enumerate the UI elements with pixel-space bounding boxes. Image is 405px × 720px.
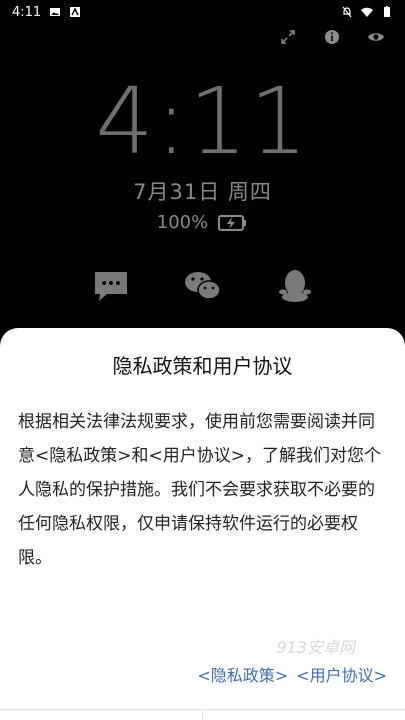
battery-icon (384, 6, 390, 17)
privacy-dialog: 隐私政策和用户协议 根据相关法律法规要求，使用前您需要阅读并同意<隐私政策>和<… (0, 328, 405, 720)
dialog-body: 根据相关法律法规要求，使用前您需要阅读并同意<隐私政策>和<用户协议>，了解我们… (18, 412, 381, 568)
dialog-links: <隐私政策> <用户协议> (197, 662, 387, 686)
message-icon[interactable] (91, 266, 131, 306)
notification-icons (0, 266, 405, 306)
status-right (341, 6, 393, 18)
mute-icon (342, 6, 352, 18)
wechat-icon[interactable] (183, 266, 223, 306)
lockscreen-clock: 4:11 (95, 68, 310, 175)
charging-battery-icon (218, 214, 247, 231)
agree-button[interactable] (202, 710, 405, 720)
lockscreen-actions (279, 28, 385, 46)
user-agreement-link[interactable]: <用户协议> (296, 662, 387, 686)
eye-icon[interactable] (367, 28, 385, 46)
qq-icon[interactable] (275, 266, 315, 306)
app-notification-icon (70, 7, 81, 17)
info-icon[interactable] (323, 28, 341, 46)
privacy-policy-link[interactable]: <隐私政策> (197, 662, 288, 686)
expand-icon[interactable] (279, 28, 297, 46)
status-time: 4:11 (12, 4, 42, 20)
status-left: 4:11 (12, 5, 81, 20)
dialog-title: 隐私政策和用户协议 (112, 354, 293, 378)
dialog-buttons (0, 709, 405, 720)
status-bar: 4:11 (0, 0, 405, 24)
lockscreen-date: 7月31日 周四 (133, 180, 272, 204)
gallery-icon (50, 8, 61, 16)
battery-status: 100% (0, 212, 405, 233)
wifi-icon (361, 7, 373, 17)
decline-button[interactable] (0, 710, 202, 720)
watermark: 913安卓网 (276, 638, 355, 657)
battery-percent: 100% (156, 212, 209, 233)
